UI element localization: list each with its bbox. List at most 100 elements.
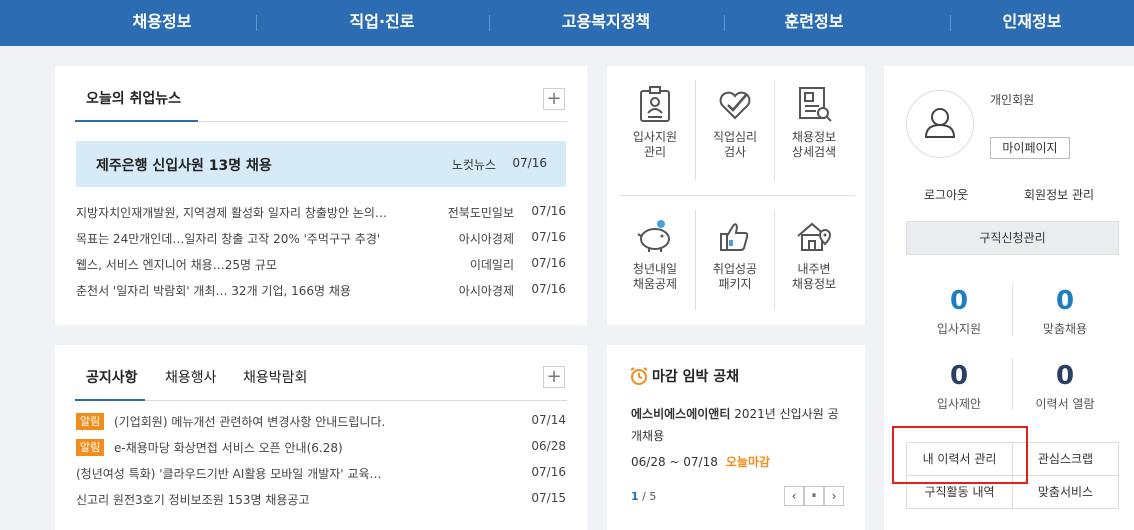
- nav-item-career[interactable]: 직업·진로: [322, 0, 442, 46]
- nav-separator: [489, 15, 490, 31]
- pager-total: / 5: [642, 490, 657, 503]
- deadline-pager: 1 / 5: [631, 490, 656, 503]
- list-item[interactable]: (청년여성 특화) '클라우드기반 AI활용 모바일 개발자' 교육… 07/1…: [76, 465, 566, 485]
- member-info-link[interactable]: 회원정보 관리: [1024, 186, 1094, 203]
- member-type-label: 개인회원: [990, 93, 1035, 107]
- pause-button[interactable]: ⏸: [804, 486, 824, 506]
- service-nearby-jobs[interactable]: 내주변 채용정보: [775, 216, 853, 292]
- service-label-line2: 관리: [643, 145, 667, 159]
- news-headline[interactable]: 제주은행 신입사원 13명 채용 노컷뉴스 07/16: [76, 141, 566, 187]
- news-source: 아시아경제: [458, 284, 514, 298]
- nav-item-talent[interactable]: 인재정보: [982, 0, 1082, 46]
- deadline-period: 06/28 ~ 07/18: [631, 455, 718, 469]
- service-label-line1: 입사지원: [632, 130, 678, 144]
- tab-today-news[interactable]: 오늘의 취업뉴스: [86, 88, 181, 108]
- nav-item-training[interactable]: 훈련정보: [764, 0, 864, 46]
- heart-check-icon: [719, 91, 751, 120]
- deadline-today-badge: 오늘마감: [725, 455, 771, 469]
- count-label: 이력서 열람: [1035, 397, 1095, 411]
- count-value: 0: [949, 286, 969, 316]
- notice-date: 07/16: [531, 465, 566, 479]
- notice-date: 07/15: [531, 491, 566, 505]
- notice-date: 07/14: [531, 413, 566, 427]
- custom-service-button[interactable]: 맞춤서비스: [1012, 475, 1119, 509]
- document-search-icon: [799, 87, 832, 122]
- service-label-line2: 채용정보: [791, 277, 837, 291]
- tab-job-fair[interactable]: 채용박람회: [243, 367, 307, 387]
- deadline-job-link[interactable]: 에스비에스에이앤티 2021년 신입사원 공개채용: [631, 403, 846, 447]
- nav-item-jobs[interactable]: 채용정보: [112, 0, 212, 46]
- id-card-icon: [640, 86, 670, 122]
- notice-title: (청년여성 특화) '클라우드기반 AI활용 모바일 개발자' 교육…: [76, 467, 382, 481]
- notice-title: 신고리 원전3호기 정비보조원 153명 채용공고: [76, 493, 310, 507]
- user-icon: [924, 108, 956, 138]
- count-value: 0: [949, 361, 969, 391]
- divider: [619, 195, 855, 196]
- next-button[interactable]: ›: [824, 486, 844, 506]
- news-date: 07/16: [531, 230, 566, 244]
- list-item[interactable]: 지방자치인재개발원, 지역경제 활성화 일자리 창출방안 논의… 전북도민일보 …: [76, 204, 566, 224]
- divider: [1012, 358, 1013, 410]
- service-job-detail-search[interactable]: 채용정보 상세검색: [775, 84, 853, 160]
- notice-date: 06/28: [531, 439, 566, 453]
- headline-title: 제주은행 신입사원 13명 채용: [96, 158, 272, 174]
- news-title: 지방자치인재개발원, 지역경제 활성화 일자리 창출방안 논의…: [76, 206, 387, 220]
- house-location-icon: [797, 222, 832, 251]
- nav-separator: [724, 15, 725, 31]
- notice-tag: 알림: [76, 413, 105, 430]
- list-item[interactable]: 춘천서 '일자리 박람회' 개최… 32개 기업, 166명 채용 아시아경제 …: [76, 282, 566, 302]
- interest-scrap-button[interactable]: 관심스크랩: [1012, 442, 1119, 476]
- nav-separator: [256, 15, 257, 31]
- tab-hiring-events[interactable]: 채용행사: [165, 367, 217, 387]
- news-date: 07/16: [531, 256, 566, 270]
- deadline-panel: 마감 임박 공채 에스비에스에이앤티 2021년 신입사원 공개채용 06/28…: [607, 345, 865, 530]
- notice-title: e-채용마당 화상면접 서비스 오픈 안내(6.28): [114, 441, 343, 455]
- headline-source: 노컷뉴스: [451, 158, 496, 172]
- nav-item-welfare[interactable]: 고용복지정책: [536, 0, 676, 46]
- notice-more-button[interactable]: +: [543, 366, 565, 388]
- news-more-button[interactable]: +: [543, 88, 565, 110]
- job-request-button[interactable]: 구직신청관리: [906, 221, 1119, 255]
- highlight-box: [892, 426, 1028, 484]
- service-label-line1: 채용정보: [791, 130, 837, 144]
- prev-button[interactable]: ‹: [784, 486, 804, 506]
- news-source: 이데일리: [469, 258, 514, 272]
- service-youth-savings[interactable]: 청년내일 채움공제: [616, 216, 694, 292]
- list-item[interactable]: 목표는 24만개인데…일자리 창출 고작 20% '주먹구구 추경' 아시아경제…: [76, 230, 566, 250]
- deadline-company: 에스비에스에이앤티: [631, 407, 731, 421]
- service-label-line1: 직업심리: [712, 130, 758, 144]
- news-title: 목표는 24만개인데…일자리 창출 고작 20% '주먹구구 추경': [76, 232, 381, 246]
- top-navigation: 채용정보 직업·진로 고용복지정책 훈련정보 인재정보: [0, 0, 1134, 46]
- count-value: 0: [1055, 286, 1075, 316]
- mypage-button[interactable]: 마이페이지: [990, 137, 1070, 159]
- active-tab-underline: [75, 120, 198, 122]
- pager-current: 1: [631, 490, 639, 503]
- list-item[interactable]: 웹스, 서비스 엔지니어 채용…25명 규모 이데일리 07/16: [76, 256, 566, 276]
- news-date: 07/16: [531, 204, 566, 218]
- notice-tag: 알림: [76, 439, 105, 456]
- news-source: 전북도민일보: [447, 206, 514, 220]
- service-label-line1: 내주변: [797, 262, 831, 276]
- divider: [1012, 284, 1013, 336]
- news-panel: 오늘의 취업뉴스 + 제주은행 신입사원 13명 채용 노컷뉴스 07/16 지…: [55, 66, 587, 325]
- tab-notice[interactable]: 공지사항: [86, 367, 138, 387]
- service-label-line2: 검사: [723, 145, 747, 159]
- service-label-line1: 취업성공: [712, 262, 758, 276]
- service-employment-package[interactable]: 취업성공 패키지: [696, 216, 774, 292]
- list-item[interactable]: 신고리 원전3호기 정비보조원 153명 채용공고 07/15: [76, 491, 566, 511]
- notice-panel: 공지사항 채용행사 채용박람회 + 알림 (기업회원) 메뉴개선 관련하여 변경…: [55, 345, 587, 530]
- service-career-test[interactable]: 직업심리 검사: [696, 84, 774, 160]
- alarm-clock-icon: [630, 367, 648, 385]
- service-application-management[interactable]: 입사지원 관리: [616, 84, 694, 160]
- list-item[interactable]: 알림 (기업회원) 메뉴개선 관련하여 변경사항 안내드립니다. 07/14: [76, 413, 566, 433]
- list-item[interactable]: 알림 e-채용마당 화상면접 서비스 오픈 안내(6.28) 06/28: [76, 439, 566, 459]
- logout-link[interactable]: 로그아웃: [924, 186, 968, 203]
- services-panel: 입사지원 관리 직업심리 검사 채용정보 상세검색 청년내일 채움공제 취업성공…: [607, 66, 865, 325]
- news-title: 춘천서 '일자리 박람회' 개최… 32개 기업, 166명 채용: [76, 284, 351, 298]
- news-date: 07/16: [531, 282, 566, 296]
- avatar: [906, 90, 974, 158]
- service-label-line2: 패키지: [718, 277, 752, 291]
- service-label-line2: 채움공제: [632, 277, 678, 291]
- active-tab-underline: [75, 399, 145, 401]
- count-value: 0: [1055, 361, 1075, 391]
